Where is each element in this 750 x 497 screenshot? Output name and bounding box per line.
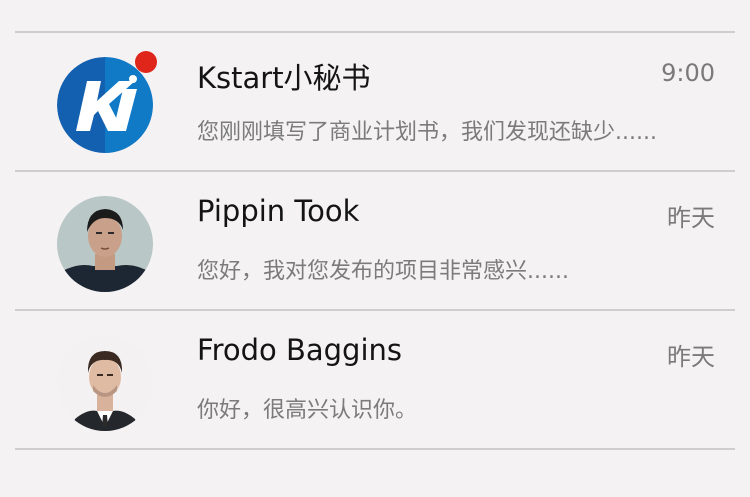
message-preview: 您刚刚填写了商业计划书，我们发现还缺少...... [197,120,657,145]
message-time: 昨天 [667,343,715,371]
contact-name: Kstart小秘书 [197,61,371,95]
unread-badge [135,51,157,73]
contact-name: Pippin Took [197,194,360,228]
frodo-avatar [57,335,153,431]
divider [15,448,735,450]
conversation-item-frodo-baggins[interactable]: Frodo Baggins 昨天 你好，很高兴认识你。 [0,311,750,447]
contact-name: Frodo Baggins [197,333,402,367]
pippin-avatar [57,196,153,292]
message-preview: 您好，我对您发布的项目非常感兴...... [197,259,569,284]
conversation-item-pippin-took[interactable]: Pippin Took 昨天 您好，我对您发布的项目非常感兴...... [0,172,750,308]
message-time: 9:00 [661,59,715,87]
message-preview: 你好，很高兴认识你。 [197,398,418,423]
conversation-list: Kstart小秘书 9:00 您刚刚填写了商业计划书，我们发现还缺少......… [0,0,750,497]
conversation-item-kstart[interactable]: Kstart小秘书 9:00 您刚刚填写了商业计划书，我们发现还缺少...... [0,33,750,169]
message-time: 昨天 [667,204,715,232]
kstart-logo-avatar [57,57,153,153]
